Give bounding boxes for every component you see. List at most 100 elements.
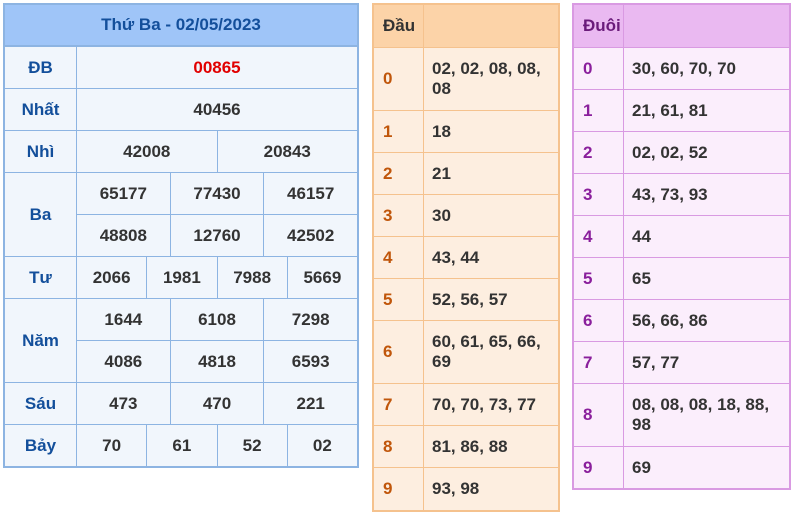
prize-row: ĐB 00865 <box>5 47 357 89</box>
head-table-header-key: Đầu <box>374 5 424 47</box>
head-digit: 9 <box>374 468 424 510</box>
head-numbers: 18 <box>432 121 451 141</box>
prize-line: 48808 12760 42502 <box>77 214 357 256</box>
tail-numbers: 43, 73, 93 <box>632 184 708 204</box>
tail-digit: 7 <box>574 342 624 383</box>
prize-number: 1981 <box>146 257 216 298</box>
prize-number: 7988 <box>216 257 287 298</box>
prize-label: Nhất <box>5 89 77 130</box>
tail-digit: 3 <box>574 174 624 215</box>
prize-number: 6108 <box>169 299 264 340</box>
prize-values: 70 61 52 02 <box>77 425 357 466</box>
prize-values: 65177 77430 46157 48808 12760 42502 <box>77 173 357 256</box>
head-numbers: 43, 44 <box>432 247 480 267</box>
head-table-header-value <box>424 5 558 47</box>
prize-line: 70 61 52 02 <box>77 425 357 466</box>
prize-line: 4086 4818 6593 <box>77 340 357 382</box>
prize-number: 12760 <box>169 215 264 256</box>
prize-row: Nhì 42008 20843 <box>5 131 357 173</box>
tail-digit: 5 <box>574 258 624 299</box>
prize-row: Bảy 70 61 52 02 <box>5 425 357 466</box>
tail-numbers: 30, 60, 70, 70 <box>632 58 736 78</box>
prize-number: 40456 <box>193 99 241 119</box>
prize-line: 473 470 221 <box>77 383 357 424</box>
prize-number: 70 <box>102 435 122 455</box>
prize-values: 42008 20843 <box>77 131 357 172</box>
tail-numbers: 56, 66, 86 <box>632 310 708 330</box>
prize-line: 65177 77430 46157 <box>77 173 357 214</box>
head-row: 7 70, 70, 73, 77 <box>374 384 558 426</box>
tail-digit: 0 <box>574 48 624 89</box>
tail-row: 3 43, 73, 93 <box>574 174 789 216</box>
head-numbers: 02, 02, 08, 08, 08 <box>432 59 541 98</box>
head-digit-table: Đầu 0 02, 02, 08, 08, 08 1 18 2 21 3 30 4 43, 44 5… <box>372 3 560 512</box>
head-row: 9 93, 98 <box>374 468 558 510</box>
tail-table-header-key: Đuôi <box>574 5 624 47</box>
prize-values: 00865 <box>77 47 357 88</box>
head-row: 5 52, 56, 57 <box>374 279 558 321</box>
tail-row: 7 57, 77 <box>574 342 789 384</box>
head-row: 1 18 <box>374 111 558 153</box>
head-digit: 0 <box>374 48 424 110</box>
prize-row: Ba 65177 77430 46157 48808 12760 42502 <box>5 173 357 257</box>
prize-line: 1644 6108 7298 <box>77 299 357 340</box>
lottery-results-table: Thứ Ba - 02/05/2023 ĐB 00865 Nhất 40456 Nhì 4… <box>3 3 359 468</box>
head-digit: 3 <box>374 195 424 236</box>
prize-line: 42008 20843 <box>77 131 357 172</box>
prize-label: Năm <box>5 299 77 382</box>
prize-number: 20843 <box>216 131 358 172</box>
prize-values: 473 470 221 <box>77 383 357 424</box>
head-digit: 2 <box>374 153 424 194</box>
prize-label: Nhì <box>5 131 77 172</box>
tail-row: 4 44 <box>574 216 789 258</box>
head-row: 8 81, 86, 88 <box>374 426 558 468</box>
tail-numbers: 57, 77 <box>632 352 680 372</box>
prize-number: 02 <box>286 425 357 466</box>
prize-row: Nhất 40456 <box>5 89 357 131</box>
head-digit: 8 <box>374 426 424 467</box>
head-row: 0 02, 02, 08, 08, 08 <box>374 48 558 111</box>
tail-digit: 2 <box>574 132 624 173</box>
prize-number: 2066 <box>92 267 131 287</box>
head-table-body: 0 02, 02, 08, 08, 08 1 18 2 21 3 30 4 43, 44 5 52, … <box>374 48 558 510</box>
prize-label: Bảy <box>5 425 77 466</box>
tail-numbers: 44 <box>632 226 651 246</box>
head-table-header: Đầu <box>374 5 558 48</box>
head-row: 2 21 <box>374 153 558 195</box>
tail-table-header: Đuôi <box>574 5 789 48</box>
head-numbers: 52, 56, 57 <box>432 289 508 309</box>
prize-number: 221 <box>263 383 357 424</box>
tail-digit: 9 <box>574 447 624 488</box>
results-body: ĐB 00865 Nhất 40456 Nhì 42008 20843 Ba 65177 7743… <box>5 47 357 466</box>
prize-number: 77430 <box>169 173 264 214</box>
tail-numbers: 02, 02, 52 <box>632 142 708 162</box>
head-digit: 7 <box>374 384 424 425</box>
tail-numbers: 21, 61, 81 <box>632 100 708 120</box>
special-prize-number: 00865 <box>193 57 241 77</box>
prize-number: 61 <box>146 425 216 466</box>
prize-number: 4818 <box>169 341 264 382</box>
prize-number: 42008 <box>123 141 171 161</box>
prize-number: 470 <box>169 383 264 424</box>
prize-values: 40456 <box>77 89 357 130</box>
prize-label: Sáu <box>5 383 77 424</box>
tail-row: 2 02, 02, 52 <box>574 132 789 174</box>
prize-number: 5669 <box>286 257 357 298</box>
head-row: 3 30 <box>374 195 558 237</box>
head-numbers: 93, 98 <box>432 479 480 498</box>
tail-row: 0 30, 60, 70, 70 <box>574 48 789 90</box>
head-numbers: 81, 86, 88 <box>432 436 508 456</box>
tail-row: 8 08, 08, 08, 18, 88, 98 <box>574 384 789 447</box>
prize-label: Tư <box>5 257 77 298</box>
tail-table-body: 0 30, 60, 70, 70 1 21, 61, 81 2 02, 02, 52 3 43… <box>574 48 789 488</box>
head-digit: 4 <box>374 237 424 278</box>
results-title: Thứ Ba - 02/05/2023 <box>5 5 357 47</box>
prize-values: 2066 1981 7988 5669 <box>77 257 357 298</box>
tail-row: 1 21, 61, 81 <box>574 90 789 132</box>
prize-line: 00865 <box>77 47 357 88</box>
prize-number: 48808 <box>99 225 147 245</box>
prize-number: 473 <box>109 393 138 413</box>
prize-number: 6593 <box>263 341 357 382</box>
prize-number: 42502 <box>263 215 357 256</box>
head-digit: 5 <box>374 279 424 320</box>
